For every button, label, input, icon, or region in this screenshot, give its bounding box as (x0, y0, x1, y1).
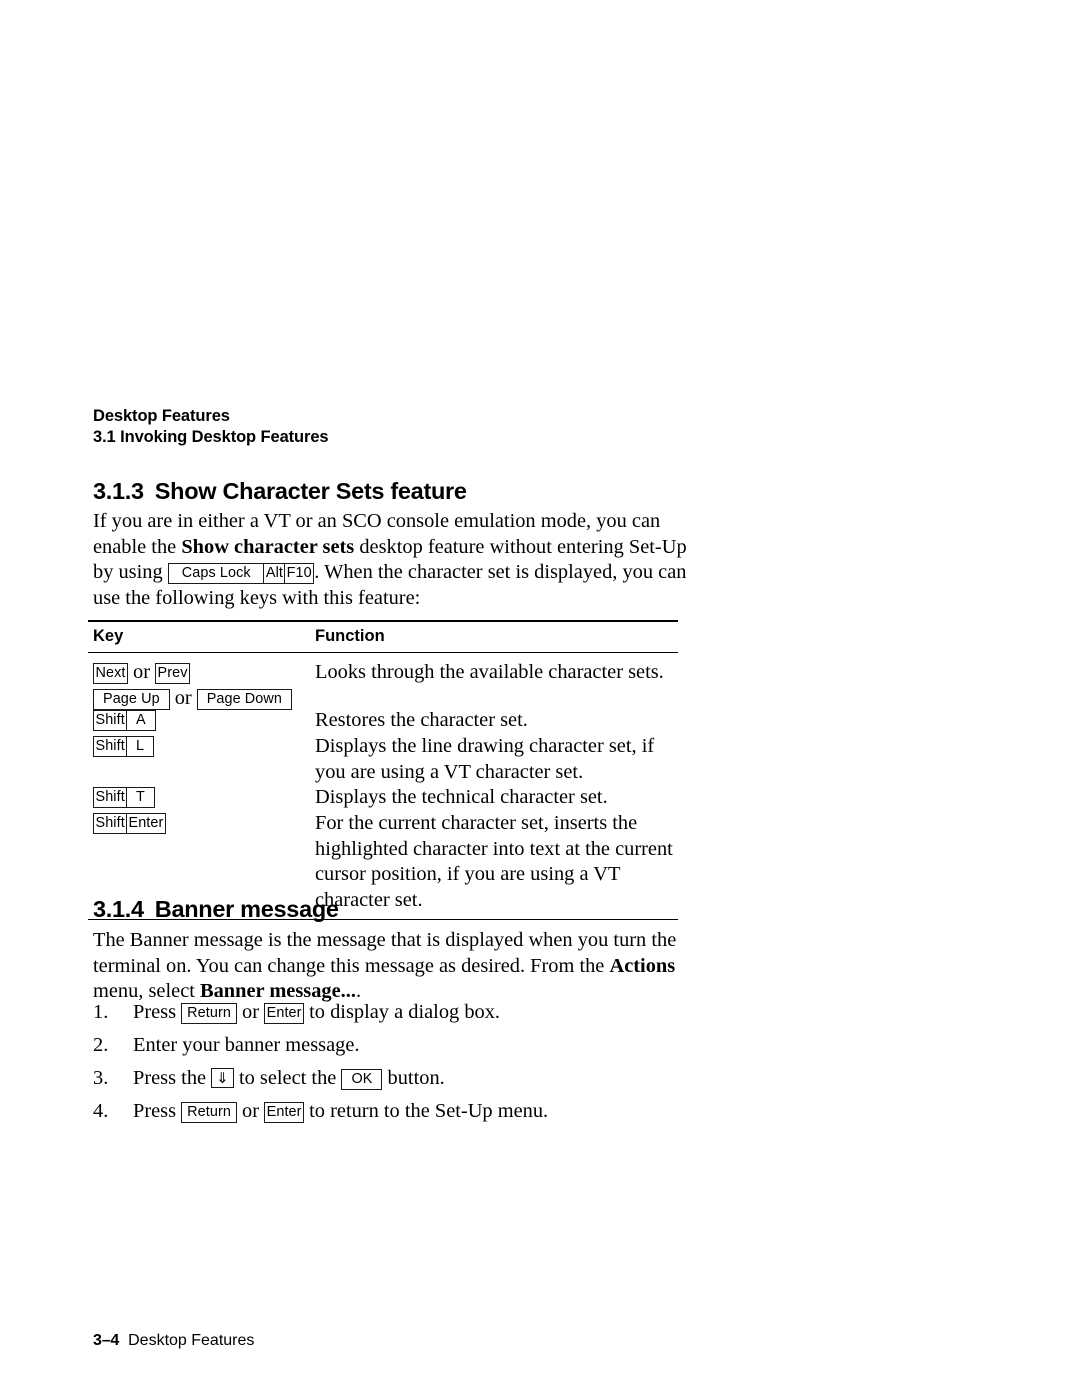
keycap-prev: Prev (155, 663, 190, 684)
step-text-part-3: button. (382, 1067, 445, 1089)
keycap-group-shift-t: Shift T (93, 784, 155, 809)
step-text-part-1: Press (133, 1001, 182, 1023)
list-item: 4. Press Return or Enter to return to the… (93, 1099, 693, 1125)
step-text-part-1: Press the (133, 1067, 212, 1089)
footer-page-number: 3–4 (93, 1332, 120, 1349)
section-heading-3-1-4: 3.1.4 Banner message (93, 896, 339, 923)
table-row: Shift L Displays the line drawing charact… (88, 734, 678, 785)
table-cell-function: Displays the technical character set. (315, 786, 608, 808)
section-heading-3-1-3: 3.1.3 Show Character Sets feature (93, 478, 467, 505)
banner-text-part-3: . (355, 980, 362, 1003)
intro-bold-show-character-sets: Show character sets (181, 535, 355, 558)
table-row: Next or Prev Page Up or Page Down Looks thro… (88, 660, 678, 710)
table-cell-key: Next or Prev Page Up or Page Down (93, 660, 318, 712)
key-separator-or: or (174, 687, 192, 709)
keycap-t: T (126, 787, 155, 808)
keycap-group-caps-lock-alt-f10: Caps Lock Alt F10 (167, 559, 315, 585)
keycap-enter: Enter (264, 1102, 305, 1123)
step-text-part-3: to return to the Set-Up menu. (304, 1100, 549, 1122)
list-item: 1. Press Return or Enter to display a dia… (93, 1000, 693, 1026)
table-cell-function: For the current character set, inserts t… (315, 812, 673, 911)
table-cell-function: Restores the character set. (315, 709, 528, 731)
procedure-steps: 1. Press Return or Enter to display a dia… (93, 1000, 693, 1132)
keycap-ok: OK (341, 1069, 383, 1090)
keycap-shift: Shift (93, 813, 128, 834)
keycap-group-down-arrow: ⇓ (211, 1065, 234, 1091)
step-text-part-2: or (236, 1100, 265, 1122)
keycap-return: Return (181, 1102, 237, 1123)
keycap-enter: Enter (126, 813, 166, 834)
keycap-shift: Shift (93, 787, 128, 808)
keycap-group-enter: Enter (264, 999, 305, 1025)
running-head-line-1: Desktop Features (93, 407, 230, 425)
down-arrow-icon: ⇓ (211, 1068, 234, 1088)
table-cell-key: Shift A (93, 708, 318, 733)
table-body: Next or Prev Page Up or Page Down Looks thro… (88, 653, 678, 919)
step-text-part-3: to display a dialog box. (304, 1001, 500, 1023)
page-footer: 3–4 Desktop Features (93, 1332, 254, 1350)
table-cell-key: Shift T (93, 785, 318, 810)
keycap-return: Return (181, 1003, 237, 1024)
banner-text-part-1: The Banner message is the message that i… (93, 929, 677, 977)
keycap-group-return: Return (181, 1098, 237, 1124)
footer-chapter-title: Desktop Features (128, 1332, 255, 1349)
keycap-shift: Shift (93, 710, 128, 731)
keycap-group-enter: Enter (264, 1098, 305, 1124)
running-head: Desktop Features 3.1 Invoking Desktop Fe… (93, 406, 329, 448)
running-head-line-2: 3.1 Invoking Desktop Features (93, 428, 329, 446)
key-separator-or: or (133, 661, 150, 683)
step-text-part-2: to select the (233, 1067, 342, 1089)
step-number: 1. (93, 1001, 109, 1023)
keycap-group-ok: OK (341, 1065, 383, 1091)
key-function-table: Key Function Next or Prev Page Up or Page Do… (88, 620, 678, 920)
keycap-line-shift-a: Shift A (93, 708, 318, 733)
step-text-part-1: Press (133, 1100, 182, 1122)
keycap-line-shift-t: Shift T (93, 785, 318, 810)
table-cell-function: Displays the line drawing character set,… (315, 735, 655, 783)
keycap-line-shift-l: Shift L (93, 734, 318, 759)
keycap-group-return: Return (181, 999, 237, 1025)
keycap-enter: Enter (264, 1003, 305, 1024)
section-number: 3.1.4 (93, 896, 144, 922)
keycap-page-down: Page Down (196, 689, 293, 710)
step-number: 3. (93, 1067, 109, 1089)
step-number: 2. (93, 1034, 109, 1056)
keycap-caps-lock: Caps Lock (167, 563, 265, 585)
list-item: 3. Press the ⇓ to select the OK button. (93, 1066, 693, 1092)
column-header-function: Function (315, 627, 385, 645)
keycap-shift: Shift (93, 736, 128, 757)
keycap-line-next-prev: Next or Prev (93, 660, 318, 686)
keycap-group-shift-a: Shift A (93, 707, 156, 732)
keycap-l: L (126, 736, 155, 757)
keycap-a: A (126, 710, 156, 731)
step-text-part-2: or (236, 1001, 265, 1023)
list-item: 2. Enter your banner message. (93, 1033, 693, 1059)
intro-paragraph: If you are in either a VT or an SCO cons… (93, 509, 693, 611)
table-cell-key: Shift L (93, 734, 318, 759)
keycap-group-next: Next (93, 660, 128, 685)
keycap-line-shift-enter: Shift Enter (93, 811, 318, 836)
keycap-f10: F10 (284, 563, 315, 585)
keycap-group-shift-l: Shift L (93, 733, 155, 758)
step-text-part-1: Enter your banner message. (133, 1034, 360, 1056)
column-header-key: Key (93, 627, 124, 645)
section-title: Banner message (154, 896, 339, 922)
section-number: 3.1.3 (93, 478, 144, 504)
step-number: 4. (93, 1100, 109, 1122)
keycap-next: Next (93, 663, 128, 684)
keycap-alt: Alt (263, 563, 286, 585)
banner-bold-actions: Actions (609, 954, 676, 977)
keycap-group-shift-enter: Shift Enter (93, 810, 166, 835)
table-header-row: Key Function (88, 622, 678, 652)
table-row: Shift T Displays the technical character … (88, 785, 678, 811)
document-page: Desktop Features 3.1 Invoking Desktop Fe… (0, 0, 1080, 1397)
table-row: Shift A Restores the character set. (88, 708, 678, 734)
banner-paragraph: The Banner message is the message that i… (93, 928, 689, 1005)
table-cell-key: Shift Enter (93, 811, 318, 836)
keycap-group-prev: Prev (155, 660, 190, 685)
section-title: Show Character Sets feature (154, 478, 467, 504)
table-cell-function: Looks through the available character se… (315, 661, 664, 683)
